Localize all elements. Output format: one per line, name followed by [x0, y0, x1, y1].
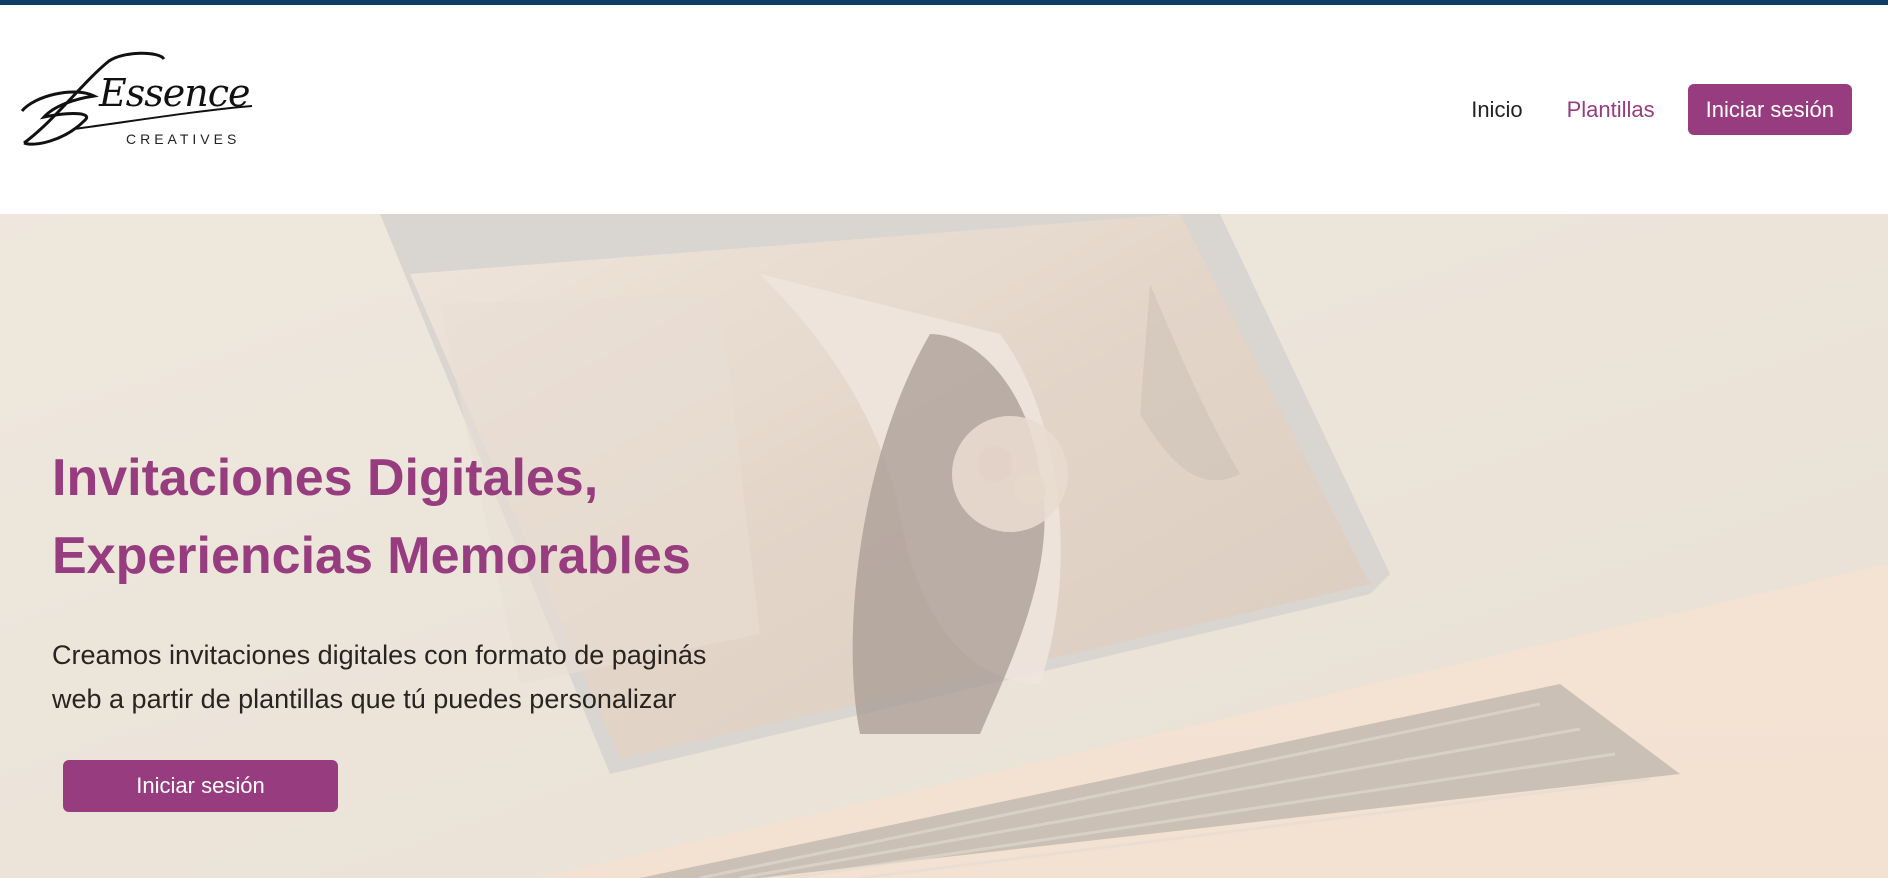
- hero-login-button[interactable]: Iniciar sesión: [63, 760, 338, 812]
- hero-title-line-1: Invitaciones Digitales,: [52, 449, 599, 507]
- site-header: Essence CREATIVES Inicio Plantillas Inic…: [0, 5, 1888, 214]
- hero-title-line-2: Experiencias Memorables: [52, 527, 691, 585]
- hero-title: Invitaciones Digitales, Experiencias Mem…: [52, 439, 772, 595]
- hero-content: Invitaciones Digitales, Experiencias Mem…: [52, 439, 772, 721]
- login-button[interactable]: Iniciar sesión: [1687, 84, 1852, 135]
- logo-subtitle: CREATIVES: [126, 131, 241, 147]
- nav-link-inicio[interactable]: Inicio: [1449, 97, 1544, 123]
- brand-logo[interactable]: Essence CREATIVES: [14, 51, 254, 155]
- main-nav: Inicio Plantillas Iniciar sesión: [1449, 84, 1852, 135]
- hero-description: Creamos invitaciones digitales con forma…: [52, 633, 752, 721]
- nav-link-plantillas[interactable]: Plantillas: [1545, 97, 1677, 123]
- hero-description-line-1: Creamos invitaciones digitales con forma…: [52, 640, 707, 670]
- hero-description-line-2: web a partir de plantillas que tú puedes…: [52, 684, 677, 714]
- logo-wordmark: Essence: [99, 71, 250, 115]
- hero-section: Invitaciones Digitales, Experiencias Mem…: [0, 214, 1888, 878]
